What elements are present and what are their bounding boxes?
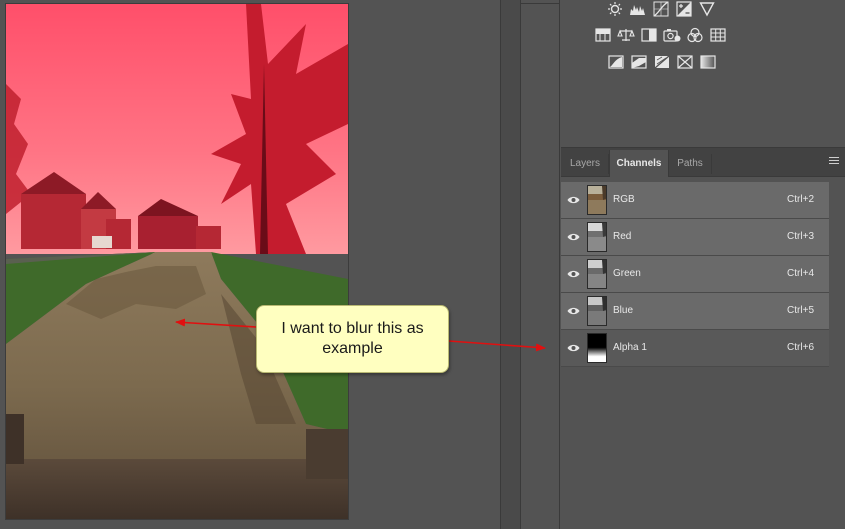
channel-shortcut: Ctrl+4 xyxy=(787,268,814,279)
channel-row-blue[interactable]: Blue Ctrl+5 xyxy=(561,293,829,330)
visibility-eye-icon[interactable] xyxy=(567,342,580,354)
channel-shortcut: Ctrl+3 xyxy=(787,231,814,242)
channel-thumbnail-green xyxy=(587,259,607,289)
canal-photo[interactable] xyxy=(6,4,348,519)
channel-row-red[interactable]: Red Ctrl+3 xyxy=(561,219,829,256)
visibility-eye-icon[interactable] xyxy=(567,194,580,206)
adjustments-row-2 xyxy=(594,26,727,44)
vibrance-icon[interactable] xyxy=(698,0,716,18)
channel-shortcut: Ctrl+5 xyxy=(787,305,814,316)
photo-filter-icon[interactable] xyxy=(663,26,681,44)
channel-thumbnail-rgb xyxy=(587,185,607,215)
exposure-icon[interactable] xyxy=(675,0,693,18)
document-canvas[interactable] xyxy=(0,0,500,529)
tab-paths[interactable]: Paths xyxy=(670,150,710,177)
adjustments-panel xyxy=(561,0,845,148)
panel-dock-gutter xyxy=(500,0,520,529)
channel-mixer-icon[interactable] xyxy=(686,26,704,44)
color-balance-icon[interactable] xyxy=(617,26,635,44)
posterize-icon[interactable] xyxy=(630,53,648,71)
levels-icon[interactable] xyxy=(629,0,647,18)
curves-icon[interactable] xyxy=(652,0,670,18)
channel-name: Blue xyxy=(613,305,634,316)
canal-photo-image xyxy=(6,4,348,519)
channel-thumbnail-alpha xyxy=(587,333,607,363)
channel-name: Red xyxy=(613,231,632,242)
color-lookup-icon[interactable] xyxy=(709,26,727,44)
adjustments-row-1 xyxy=(606,0,716,18)
channel-row-green[interactable]: Green Ctrl+4 xyxy=(561,256,829,293)
collapsed-panel-header xyxy=(521,0,559,4)
panel-tab-bar: Layers Channels Paths xyxy=(561,148,845,177)
tab-divider xyxy=(711,154,712,174)
annotation-text: I want to blur this as example xyxy=(281,320,424,357)
invert-icon[interactable] xyxy=(607,53,625,71)
channel-name: RGB xyxy=(613,194,635,205)
channels-panel: Layers Channels Paths RGB Ctrl+2 Red Ctr… xyxy=(561,148,845,529)
channel-thumbnail-blue xyxy=(587,296,607,326)
channel-shortcut: Ctrl+2 xyxy=(787,194,814,205)
collapsed-panel-column xyxy=(520,0,560,529)
annotation-callout: I want to blur this as example xyxy=(256,305,449,373)
tab-channels[interactable]: Channels xyxy=(609,150,669,177)
black-white-icon[interactable] xyxy=(640,26,658,44)
channel-shortcut: Ctrl+6 xyxy=(787,342,814,353)
visibility-eye-icon[interactable] xyxy=(567,231,580,243)
tab-layers[interactable]: Layers xyxy=(562,150,608,177)
channel-thumbnail-red xyxy=(587,222,607,252)
channel-list: RGB Ctrl+2 Red Ctrl+3 Green Ctrl+4 Blue … xyxy=(561,182,829,367)
selective-color-icon[interactable] xyxy=(676,53,694,71)
channel-row-alpha-1[interactable]: Alpha 1 Ctrl+6 xyxy=(561,330,829,367)
channel-name: Alpha 1 xyxy=(613,342,647,353)
channel-row-rgb[interactable]: RGB Ctrl+2 xyxy=(561,182,829,219)
gradient-map-icon[interactable] xyxy=(699,53,717,71)
panel-menu-icon[interactable] xyxy=(829,157,839,166)
channel-name: Green xyxy=(613,268,641,279)
threshold-icon[interactable] xyxy=(653,53,671,71)
hue-saturation-icon[interactable] xyxy=(594,26,612,44)
adjustments-row-3 xyxy=(607,53,717,71)
visibility-eye-icon[interactable] xyxy=(567,305,580,317)
visibility-eye-icon[interactable] xyxy=(567,268,580,280)
brightness-contrast-icon[interactable] xyxy=(606,0,624,18)
